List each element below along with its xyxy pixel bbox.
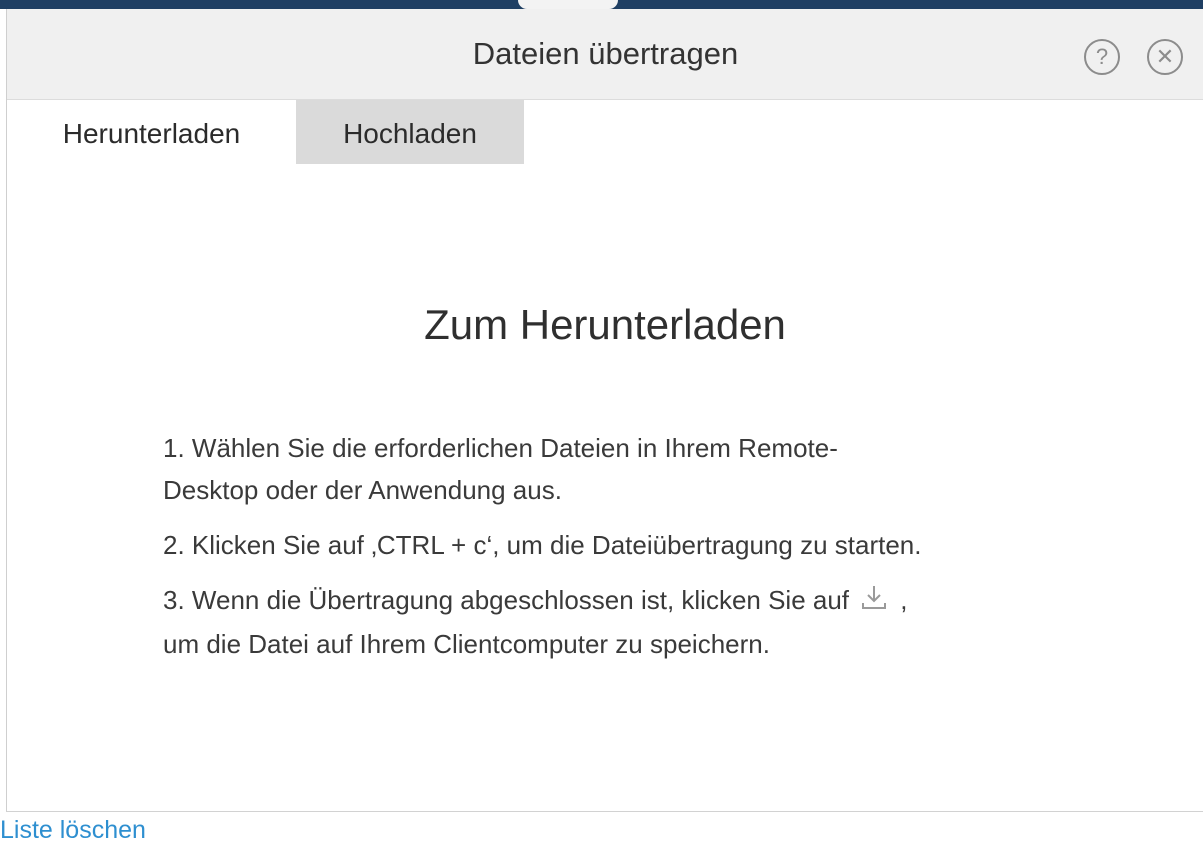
window-top-strip <box>0 0 1203 9</box>
tab-download[interactable]: Herunterladen <box>7 100 296 164</box>
download-heading: Zum Herunterladen <box>424 301 786 348</box>
step-3-text: 3. Wenn die Übertragung abgeschlossen is… <box>163 585 850 615</box>
help-button[interactable]: ? <box>1084 39 1120 75</box>
download-instructions: 1. Wählen Sie die erforderlichen Dateien… <box>163 427 1083 678</box>
step-3-line-1: 3. Wenn die Übertragung abgeschlossen is… <box>163 579 1083 623</box>
step-3-comma: , <box>900 585 908 615</box>
step-1-line-1: 1. Wählen Sie die erforderlichen Dateien… <box>163 433 838 463</box>
step-3: 3. Wenn die Übertragung abgeschlossen is… <box>163 579 1083 665</box>
close-button[interactable]: ✕ <box>1147 39 1183 75</box>
step-2: 2. Klicken Sie auf ‚CTRL + c‘, um die Da… <box>163 530 922 560</box>
dialog-title: Dateien übertragen <box>472 36 739 71</box>
file-transfer-dialog: Dateien übertragen ? ✕ Herunterladen Hoc… <box>6 9 1203 812</box>
step-3-line-2: um die Datei auf Ihrem Clientcomputer zu… <box>163 629 770 660</box>
download-icon <box>859 581 889 623</box>
dialog-titlebar: Dateien übertragen ? ✕ <box>7 9 1203 100</box>
clear-list-link[interactable]: Liste löschen <box>0 815 146 845</box>
tab-bar: Herunterladen Hochladen <box>7 100 1203 164</box>
step-1: 1. Wählen Sie die erforderlichen Dateien… <box>163 427 1083 511</box>
step-1-line-2: Desktop oder der Anwendung aus. <box>163 475 562 505</box>
tab-upload[interactable]: Hochladen <box>296 100 524 164</box>
window-top-notch <box>518 0 618 9</box>
close-circle-icon: ✕ <box>1155 44 1175 69</box>
question-circle-icon: ? <box>1095 44 1109 69</box>
